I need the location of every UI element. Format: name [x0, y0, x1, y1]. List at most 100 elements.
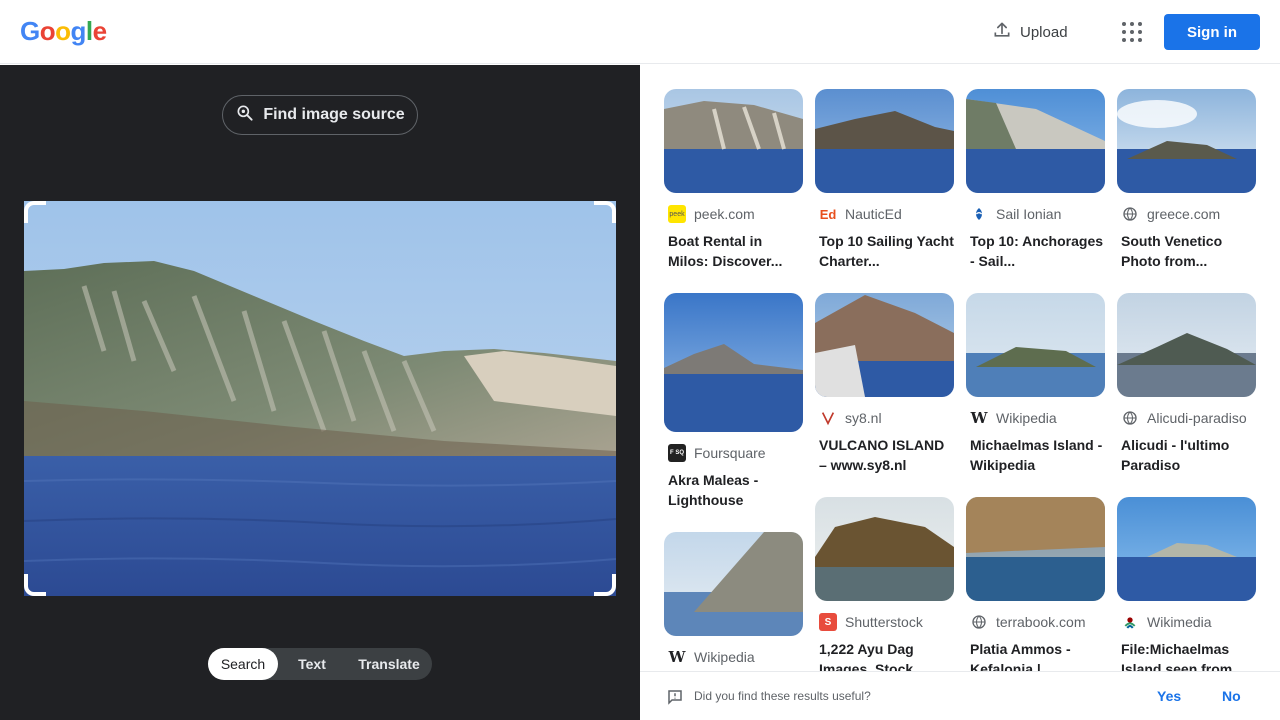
crop-handle-top-left[interactable]	[24, 201, 46, 223]
result-thumbnail[interactable]	[815, 89, 954, 193]
feedback-question: Did you find these results useful?	[694, 689, 871, 703]
result-thumbnail[interactable]	[966, 89, 1105, 193]
result-card[interactable]: S Shutterstock 1,222 Ayu Dag Images, Stock…	[815, 497, 954, 671]
results-column: Ed NauticEd Top 10 Sailing Yacht Charter..…	[815, 89, 954, 671]
result-source[interactable]: F SQ Foursquare	[664, 444, 803, 462]
result-title[interactable]: Alicudi - l'ultimo Paradiso	[1117, 435, 1256, 475]
result-source-name: Sail Ionian	[996, 206, 1062, 222]
result-thumbnail[interactable]	[815, 497, 954, 601]
feedback-icon	[666, 688, 684, 711]
result-source[interactable]: Alicudi-paradiso	[1117, 409, 1256, 427]
result-title[interactable]: 1,222 Ayu Dag Images, Stock...	[815, 639, 954, 671]
result-source-name: Alicudi-paradiso	[1147, 410, 1247, 426]
result-thumbnail[interactable]	[966, 293, 1105, 397]
result-title[interactable]: Top 10 Sailing Yacht Charter...	[815, 231, 954, 271]
result-source-name: terrabook.com	[996, 614, 1086, 630]
result-source[interactable]: W Wikipedia	[966, 409, 1105, 427]
find-image-source-button[interactable]: Find image source	[222, 95, 418, 135]
result-title[interactable]: South Venetico Photo from...	[1117, 231, 1256, 271]
result-source-name: greece.com	[1147, 206, 1221, 222]
result-card[interactable]: W Wikipedia Michaelmas Island - Wikipedia	[966, 293, 1105, 475]
site-favicon-icon	[970, 613, 988, 631]
tab-translate[interactable]: Translate	[346, 648, 432, 680]
google-logo[interactable]: Google	[20, 16, 107, 47]
result-card[interactable]: Ed NauticEd Top 10 Sailing Yacht Charter..…	[815, 89, 954, 271]
result-title[interactable]: VULCANO ISLAND – www.sy8.nl	[815, 435, 954, 475]
google-apps-icon[interactable]	[1120, 20, 1144, 44]
result-title[interactable]: Top 10: Anchorages - Sail...	[966, 231, 1105, 271]
result-card[interactable]: greece.com South Venetico Photo from...	[1117, 89, 1256, 271]
results-column: greece.com South Venetico Photo from... A…	[1117, 89, 1256, 671]
result-card[interactable]: Alicudi-paradiso Alicudi - l'ultimo Parad…	[1117, 293, 1256, 475]
result-card[interactable]: peek peek.com Boat Rental in Milos: Discov…	[664, 89, 803, 271]
result-source-name: sy8.nl	[845, 410, 882, 426]
result-source-name: peek.com	[694, 206, 755, 222]
crop-handle-top-right[interactable]	[594, 201, 616, 223]
result-source[interactable]: terrabook.com	[966, 613, 1105, 631]
result-card[interactable]: terrabook.com Platia Ammos - Kefalonia |.…	[966, 497, 1105, 671]
result-card[interactable]: Sail Ionian Top 10: Anchorages - Sail...	[966, 89, 1105, 271]
crop-handle-bottom-left[interactable]	[24, 574, 46, 596]
feedback-no-button[interactable]: No	[1222, 688, 1241, 704]
site-favicon-icon: S	[819, 613, 837, 631]
site-favicon-icon	[819, 409, 837, 427]
result-thumbnail[interactable]	[815, 293, 954, 397]
query-image[interactable]	[24, 201, 616, 596]
mode-switcher: Search Text Translate	[208, 648, 432, 680]
feedback-yes-button[interactable]: Yes	[1157, 688, 1181, 704]
result-thumbnail[interactable]	[966, 497, 1105, 601]
tab-text[interactable]: Text	[278, 648, 346, 680]
site-favicon-icon	[1121, 205, 1139, 223]
result-thumbnail[interactable]	[664, 293, 803, 432]
result-source[interactable]: greece.com	[1117, 205, 1256, 223]
crop-handle-bottom-right[interactable]	[594, 574, 616, 596]
result-card[interactable]: F SQ Foursquare Akra Maleas - Lighthouse	[664, 293, 803, 510]
result-title[interactable]: Michaelmas Island - Wikipedia	[966, 435, 1105, 475]
visual-matches-grid: peek peek.com Boat Rental in Milos: Discov…	[640, 65, 1280, 671]
site-favicon-icon	[1121, 613, 1139, 631]
lens-search-icon	[235, 103, 255, 128]
site-favicon-icon	[970, 205, 988, 223]
result-source[interactable]: Sail Ionian	[966, 205, 1105, 223]
results-column: peek peek.com Boat Rental in Milos: Discov…	[664, 89, 803, 671]
site-favicon-icon: W	[970, 409, 988, 427]
result-source-name: Wikipedia	[694, 649, 755, 665]
upload-button[interactable]: Upload	[992, 18, 1068, 46]
result-source[interactable]: Ed NauticEd	[815, 205, 954, 223]
result-source-name: Shutterstock	[845, 614, 923, 630]
top-bar: Google Upload Sign in	[0, 0, 1280, 64]
site-favicon-icon: peek	[668, 205, 686, 223]
result-title[interactable]: Platia Ammos - Kefalonia |...	[966, 639, 1105, 671]
result-thumbnail[interactable]	[664, 89, 803, 193]
site-favicon-icon: W	[668, 648, 686, 666]
result-thumbnail[interactable]	[1117, 89, 1256, 193]
logo-letter: G	[20, 16, 40, 46]
logo-letter: e	[92, 16, 107, 46]
result-source-name: Wikipedia	[996, 410, 1057, 426]
result-thumbnail[interactable]	[664, 532, 803, 636]
result-title[interactable]: Boat Rental in Milos: Discover...	[664, 231, 803, 271]
logo-letter: o	[39, 16, 56, 46]
result-source[interactable]: sy8.nl	[815, 409, 954, 427]
site-favicon-icon	[1121, 409, 1139, 427]
result-card[interactable]: Wikimedia File:Michaelmas Island seen fro…	[1117, 497, 1256, 671]
result-title[interactable]: File:Michaelmas Island seen from...	[1117, 639, 1256, 671]
query-image-panel: Find image source Search Text Translate	[0, 65, 640, 720]
results-column: Sail Ionian Top 10: Anchorages - Sail... …	[966, 89, 1105, 671]
result-thumbnail[interactable]	[1117, 497, 1256, 601]
result-source[interactable]: W Wikipedia	[664, 648, 803, 666]
upload-label: Upload	[1020, 23, 1068, 41]
result-source[interactable]: Wikimedia	[1117, 613, 1256, 631]
upload-icon	[992, 20, 1012, 44]
site-favicon-icon: F SQ	[668, 444, 686, 462]
result-title[interactable]: Akra Maleas - Lighthouse	[664, 470, 803, 510]
tab-search[interactable]: Search	[208, 648, 278, 680]
result-source[interactable]: S Shutterstock	[815, 613, 954, 631]
result-card[interactable]: sy8.nl VULCANO ISLAND – www.sy8.nl	[815, 293, 954, 475]
result-thumbnail[interactable]	[1117, 293, 1256, 397]
sign-in-button[interactable]: Sign in	[1164, 14, 1260, 50]
find-image-source-label: Find image source	[263, 106, 405, 123]
result-source[interactable]: peek peek.com	[664, 205, 803, 223]
result-card[interactable]: W Wikipedia	[664, 532, 803, 666]
feedback-bar: Did you find these results useful? Yes N…	[640, 671, 1280, 720]
